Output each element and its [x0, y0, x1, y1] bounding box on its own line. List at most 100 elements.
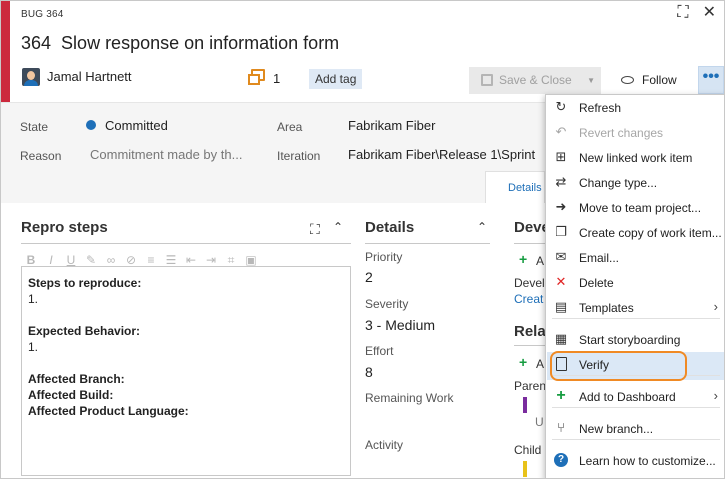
work-item-title[interactable]: 364 Slow response on information form: [21, 33, 339, 54]
menu-item-refresh[interactable]: ↻ Refresh: [546, 95, 724, 120]
repro-steps-editor[interactable]: Steps to reproduce: 1. Expected Behavior:…: [21, 266, 351, 476]
discussion-icon[interactable]: [248, 69, 265, 85]
assignee-name[interactable]: Jamal Hartnett: [47, 69, 132, 84]
work-item-id: 364: [21, 33, 52, 53]
undo-icon: ↶: [555, 124, 567, 139]
repro-line: [28, 307, 344, 323]
iteration-label: Iteration: [277, 149, 321, 163]
follow-button[interactable]: Follow: [621, 73, 677, 87]
menu-item-label: Change type...: [579, 176, 658, 190]
tab-details[interactable]: Details: [485, 171, 545, 203]
repro-line: Affected Branch:: [28, 372, 125, 386]
area-label: Area: [277, 120, 303, 134]
add-tag-button[interactable]: Add tag: [309, 69, 363, 89]
chevron-right-icon: ›: [713, 388, 718, 403]
menu-item-label: Email...: [579, 251, 620, 265]
avatar: [22, 68, 40, 86]
parent-status: U: [535, 415, 544, 429]
chevron-down-icon[interactable]: ▼: [587, 67, 595, 94]
add-link-label[interactable]: A: [536, 357, 544, 371]
child-label: Child: [514, 443, 542, 457]
reason-label: Reason: [20, 149, 62, 163]
menu-item-label: New branch...: [579, 422, 654, 436]
child-color-bar: [523, 461, 527, 477]
priority-field[interactable]: 2: [365, 269, 373, 285]
help-icon: ?: [554, 453, 568, 467]
comment-count[interactable]: 1: [273, 71, 280, 86]
parent-label: Paren: [514, 379, 547, 393]
email-icon: ✉: [555, 249, 567, 264]
state-dot-icon: [86, 120, 96, 130]
new-linked-item-icon: ⊞: [555, 149, 567, 164]
delete-icon: ✕: [555, 274, 567, 289]
menu-item-revert-changes[interactable]: ↶ Revert changes: [546, 120, 724, 145]
effort-label: Effort: [365, 344, 394, 358]
effort-field[interactable]: 8: [365, 364, 373, 380]
activity-label: Activity: [365, 438, 404, 452]
more-actions-button[interactable]: •••: [698, 66, 724, 94]
menu-item-start-storyboarding[interactable]: ▦ Start storyboarding: [546, 327, 724, 352]
menu-item-label: Learn how to customize...: [579, 454, 716, 468]
close-icon[interactable]: ✕: [703, 5, 716, 21]
menu-item-label: Delete: [579, 276, 614, 290]
menu-item-new-branch[interactable]: ⑂ New branch...: [546, 416, 724, 441]
meta-row: Jamal Hartnett 1 Add tag Save & Close ▼ …: [1, 65, 724, 95]
repro-line: Expected Behavior:: [28, 324, 141, 338]
priority-label: Priority: [365, 250, 403, 264]
plus-icon: +: [556, 387, 566, 404]
save-close-label: Save & Close: [499, 73, 572, 87]
work-item-form: BUG 364 ⛶ ✕ 364 Slow response on informat…: [0, 0, 725, 479]
branch-icon: ⑂: [557, 420, 565, 435]
divider: [365, 243, 490, 244]
severity-field[interactable]: 3 - Medium: [365, 317, 435, 333]
work-item-title-text: Slow response on information form: [61, 33, 340, 53]
menu-item-label: Templates: [579, 301, 634, 315]
repro-line: Affected Build:: [28, 388, 114, 402]
menu-item-label: New linked work item: [579, 151, 693, 165]
repro-line: [28, 355, 344, 371]
menu-item-create-copy-of-work-item[interactable]: ❐ Create copy of work item...: [546, 220, 724, 245]
menu-item-label: Refresh: [579, 101, 622, 115]
more-actions-menu: ↻ Refresh ↶ Revert changes ⊞ New linked work …: [545, 94, 724, 478]
copy-icon: ❐: [555, 224, 567, 239]
chevron-up-icon[interactable]: ⌃: [333, 220, 343, 234]
menu-item-move-to-team-project[interactable]: ➜ Move to team project...: [546, 195, 724, 220]
state-field[interactable]: Committed: [105, 118, 168, 133]
menu-item-templates[interactable]: ▤ Templates ›: [546, 295, 724, 320]
remaining-work-label: Remaining Work: [365, 391, 454, 405]
menu-item-label: Start storyboarding: [579, 333, 681, 347]
repro-steps-title: Repro steps: [21, 219, 108, 236]
add-link-label[interactable]: A: [536, 254, 544, 268]
menu-item-label: Revert changes: [579, 126, 664, 140]
save-close-button[interactable]: Save & Close ▼: [469, 67, 601, 94]
expand-icon[interactable]: ⛶: [310, 221, 320, 238]
menu-item-add-to-dashboard[interactable]: + Add to Dashboard ›: [546, 384, 724, 409]
menu-item-delete[interactable]: ✕ Delete: [546, 270, 724, 295]
eye-icon: [621, 76, 634, 84]
repro-line: Affected Product Language:: [28, 404, 189, 418]
repro-line: Steps to reproduce:: [28, 276, 142, 290]
iteration-field[interactable]: Fabrikam Fiber\Release 1\Sprint: [348, 147, 548, 162]
state-label: State: [20, 120, 49, 134]
maximize-icon[interactable]: ⛶: [677, 5, 688, 21]
area-field[interactable]: Fabrikam Fiber: [348, 118, 435, 133]
reason-field[interactable]: Commitment made by th...: [90, 147, 242, 162]
menu-item-email[interactable]: ✉ Email...: [546, 245, 724, 270]
details-title: Details: [365, 219, 415, 236]
chevron-up-icon[interactable]: ⌃: [477, 220, 487, 234]
work-item-header: BUG 364 ⛶ ✕ 364 Slow response on informat…: [1, 1, 724, 102]
menu-item-change-type[interactable]: ⇄ Change type...: [546, 170, 724, 195]
plus-icon[interactable]: +: [519, 354, 527, 370]
menu-item-learn-how-to-customize[interactable]: ? Learn how to customize...: [546, 448, 724, 473]
create-branch-link[interactable]: Creat: [514, 292, 543, 306]
work-item-type-label: BUG 364: [21, 9, 64, 20]
chevron-right-icon: ›: [713, 299, 718, 314]
plus-icon[interactable]: +: [519, 251, 527, 267]
follow-label: Follow: [642, 73, 677, 87]
menu-item-new-linked-work-item[interactable]: ⊞ New linked work item: [546, 145, 724, 170]
refresh-icon: ↻: [555, 99, 567, 114]
development-text: Devel: [514, 276, 545, 290]
repro-line: 1.: [28, 340, 39, 354]
parent-color-bar: [523, 397, 527, 413]
verify-callout-ring: [550, 351, 687, 381]
